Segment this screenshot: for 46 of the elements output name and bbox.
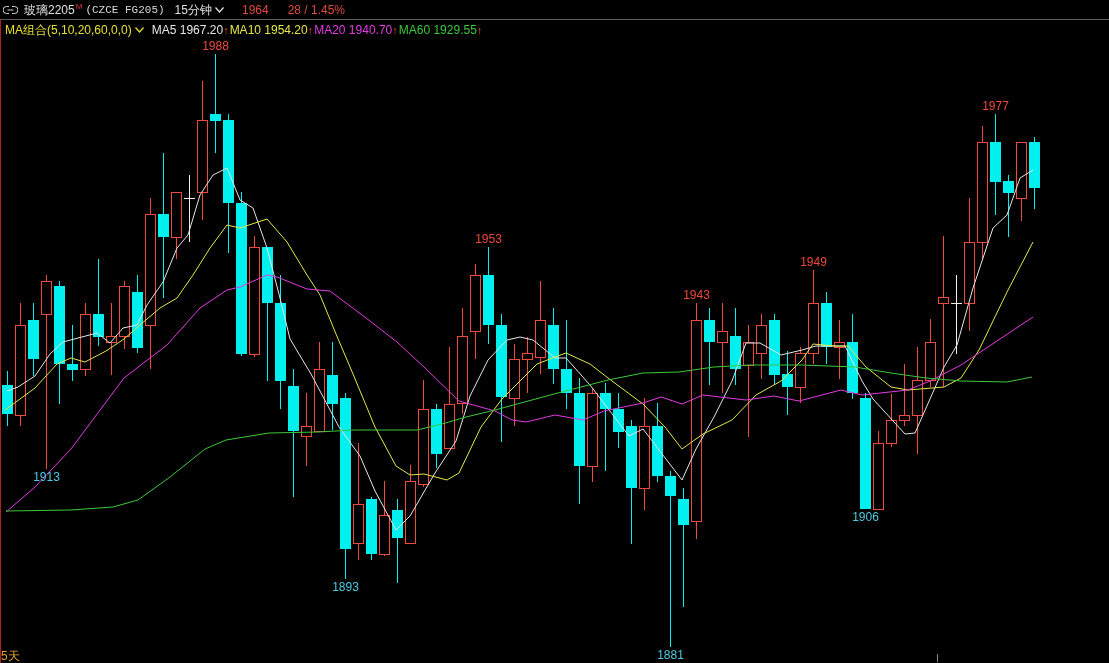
rising-candle: [899, 363, 910, 427]
low-price-label: 1881: [657, 648, 684, 662]
low-price-label: 1893: [332, 580, 359, 594]
rising-candle: [886, 393, 897, 448]
high-price-label: 1949: [800, 255, 827, 269]
rising-candle: [522, 336, 533, 394]
rising-candle: [795, 346, 806, 404]
trend-arrow: ↑: [476, 23, 483, 37]
moving-average-value: MA60 1929.55: [398, 23, 477, 37]
contract-name: 玻璃2205: [24, 2, 75, 17]
period-label: 5天: [1, 649, 20, 663]
rising-candle: [925, 318, 936, 388]
trend-arrow: ↑: [307, 23, 314, 37]
moving-average-value: MA20 1940.70: [314, 23, 393, 37]
low-price-label: 1906: [852, 510, 879, 524]
link-icon[interactable]: [3, 5, 18, 14]
falling-candle: [782, 350, 793, 416]
rising-candle: [834, 319, 845, 380]
chevron-down-icon: [214, 6, 224, 13]
market-superscript-text: M: [75, 3, 83, 11]
time-tick-mark: [937, 653, 938, 662]
rising-candle: [756, 313, 767, 380]
high-price-label: 1953: [475, 232, 502, 246]
indicator-preset-dropdown[interactable]: MA组合(5,10,20,60,0,0): [5, 23, 144, 37]
high-price-label: 1943: [683, 288, 710, 302]
moving-average-value: MA5 1967.20: [151, 23, 224, 37]
low-price-label: 1913: [33, 470, 60, 484]
last-price: 1964: [241, 2, 269, 17]
chevron-down-icon: [134, 27, 144, 33]
period-dropdown[interactable]: 15分钟: [174, 2, 224, 17]
falling-candle: [431, 403, 442, 469]
doji-candle: [183, 174, 196, 243]
falling-candle: [613, 392, 624, 449]
high-price-label: 1988: [202, 39, 229, 53]
rising-candle: [171, 192, 182, 260]
trend-arrow: ↑: [223, 23, 229, 37]
price-change: 28 / 1.45%: [287, 2, 346, 17]
contract-code: (CZCE FG205): [85, 2, 165, 17]
falling-candle: [366, 496, 377, 561]
rising-candle: [119, 280, 130, 350]
trend-arrow: ↑: [392, 23, 398, 37]
falling-candle: [1003, 174, 1014, 238]
moving-average-value: MA10 1954.20: [229, 23, 308, 37]
falling-candle: [67, 324, 78, 382]
high-price-label: 1977: [982, 99, 1009, 113]
falling-candle: [2, 370, 13, 427]
